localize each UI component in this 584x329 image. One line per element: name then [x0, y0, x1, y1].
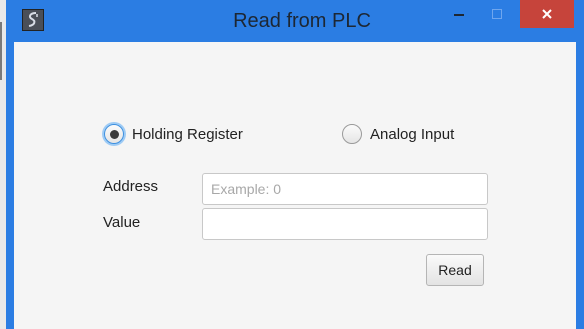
value-label: Value — [103, 214, 141, 231]
radio-unselected-icon — [342, 124, 362, 144]
dialog-body: Holding Register Analog Input Address Va… — [14, 42, 576, 329]
close-icon — [542, 9, 552, 19]
analog-input-radio[interactable]: Analog Input — [342, 124, 454, 144]
background-window-edge — [0, 0, 6, 329]
minimize-icon — [454, 14, 464, 16]
maximize-icon — [492, 9, 502, 19]
close-button[interactable] — [520, 0, 574, 28]
background-edge-mark — [0, 22, 2, 80]
address-input[interactable] — [202, 173, 488, 205]
read-button[interactable]: Read — [426, 254, 484, 286]
title-bar[interactable]: Read from PLC — [6, 0, 584, 42]
holding-register-radio[interactable]: Holding Register — [104, 124, 243, 144]
address-label: Address — [103, 178, 159, 195]
analog-input-label: Analog Input — [370, 125, 455, 143]
read-from-plc-window: Read from PLC Holding Register Analog In… — [0, 0, 584, 329]
minimize-button[interactable] — [444, 0, 474, 28]
radio-selected-icon — [104, 124, 124, 144]
holding-register-label: Holding Register — [132, 125, 243, 143]
value-input[interactable] — [202, 208, 488, 240]
maximize-button[interactable] — [482, 0, 512, 28]
